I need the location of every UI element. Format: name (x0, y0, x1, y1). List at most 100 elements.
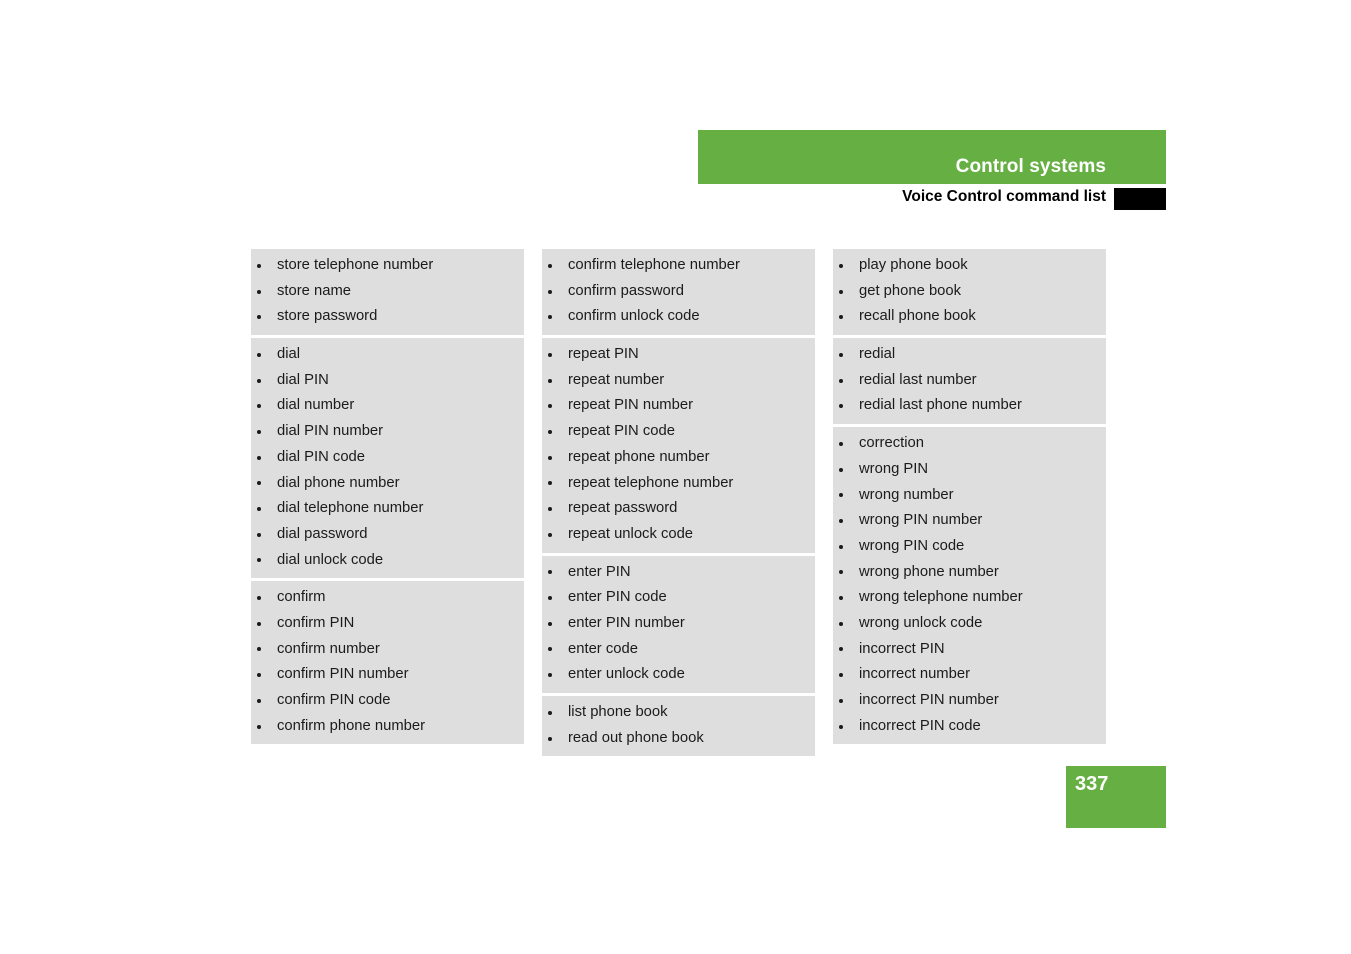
command-list-item: store password (251, 304, 524, 330)
bullet-icon (548, 647, 552, 652)
bullet-icon (257, 507, 261, 512)
command-list-item: incorrect PIN (833, 637, 1106, 663)
command-label: confirm telephone number (568, 257, 740, 273)
command-group: enter PIN enter PIN code enter PIN number e… (542, 555, 815, 693)
command-label: enter PIN code (568, 589, 667, 606)
bullet-icon (548, 455, 552, 460)
bullet-icon (839, 289, 843, 294)
command-list-item: wrong telephone number (833, 585, 1106, 611)
command-label: redial last phone number (859, 397, 1022, 414)
command-label: store password (277, 308, 378, 325)
bullet-icon (839, 621, 843, 626)
command-label: get phone book (859, 282, 962, 299)
bullet-icon (839, 467, 843, 472)
command-list-item: repeat password (542, 496, 815, 522)
command-list-item: get phone book (833, 279, 1106, 305)
bullet-icon (257, 289, 261, 294)
command-list-item: wrong PIN (833, 457, 1106, 483)
command-label: wrong unlock code (859, 614, 983, 631)
command-label: incorrect PIN (859, 640, 945, 657)
command-label: confirm number (277, 640, 380, 657)
page-subheader-row: Voice Control command list (698, 186, 1166, 212)
command-list-item: confirm (251, 585, 524, 611)
page-title: Control systems (955, 156, 1106, 177)
command-list-item: repeat PIN number (542, 393, 815, 419)
command-label: enter unlock code (568, 666, 685, 683)
bullet-icon (839, 352, 843, 357)
command-group: store telephone number store name store pa… (251, 249, 524, 336)
command-label: wrong number (859, 486, 954, 503)
command-list-item: incorrect number (833, 662, 1106, 688)
command-list-item: repeat number (542, 368, 815, 394)
command-label: dial (277, 346, 301, 363)
command-list-item: repeat PIN (542, 342, 815, 368)
command-group: redial redial last number redial last phon… (833, 338, 1106, 425)
command-list-item: wrong unlock code (833, 611, 1106, 637)
command-list-item: dial (251, 342, 524, 368)
bullet-icon (257, 352, 261, 357)
command-list-item: store name (251, 279, 524, 305)
command-label: repeat unlock code (568, 525, 694, 542)
bullet-icon (548, 378, 552, 383)
command-label: store telephone number (277, 257, 434, 273)
command-list-item: dial unlock code (251, 548, 524, 574)
command-list-item: play phone book (833, 253, 1106, 279)
command-list-item: wrong PIN code (833, 534, 1106, 560)
command-list-item: incorrect PIN number (833, 688, 1106, 714)
command-column: play phone book get phone book recall phon… (833, 249, 1106, 756)
command-label: recall phone book (859, 308, 976, 325)
command-label: dial telephone number (277, 500, 424, 517)
bullet-icon (548, 429, 552, 434)
command-list-item: store telephone number (251, 253, 524, 279)
bullet-icon (257, 621, 261, 626)
command-label: enter PIN (568, 563, 631, 580)
bullet-icon (839, 263, 843, 268)
page-subtitle: Voice Control command list (902, 188, 1106, 205)
command-group: confirm confirm PIN confirm number confirm … (251, 581, 524, 745)
command-group: dial dial PIN dial number dial PIN number di… (251, 338, 524, 579)
bullet-icon (548, 710, 552, 715)
bullet-icon (257, 404, 261, 409)
bullet-icon (548, 404, 552, 409)
command-label: list phone book (568, 704, 668, 720)
bullet-icon (839, 647, 843, 652)
bullet-icon (257, 673, 261, 678)
bullet-icon (548, 352, 552, 357)
page-number: 337 (1075, 773, 1109, 795)
command-list-item: correction (833, 431, 1106, 457)
command-label: redial last number (859, 371, 977, 388)
command-label: dial password (277, 525, 368, 542)
command-label: confirm PIN number (277, 666, 409, 683)
command-list-item: list phone book (542, 700, 815, 726)
bullet-icon (257, 429, 261, 434)
command-label: wrong telephone number (859, 589, 1023, 606)
bullet-icon (839, 404, 843, 409)
bullet-icon (257, 647, 261, 652)
chapter-marker-tab (1114, 188, 1166, 210)
command-list-item: redial (833, 342, 1106, 368)
bullet-icon (257, 315, 261, 320)
bullet-icon (548, 481, 552, 486)
bullet-icon (839, 378, 843, 383)
command-label: wrong PIN (859, 460, 929, 477)
command-label: read out phone book (568, 729, 704, 746)
command-label: dial number (277, 397, 355, 414)
command-label: dial unlock code (277, 551, 384, 568)
command-list-item: confirm PIN code (251, 688, 524, 714)
command-list-item: dial PIN code (251, 445, 524, 471)
command-list-item: dial PIN number (251, 419, 524, 445)
command-label: incorrect number (859, 666, 971, 683)
command-label: repeat telephone number (568, 474, 734, 491)
command-list-item: repeat unlock code (542, 522, 815, 548)
command-label: dial PIN number (277, 423, 384, 440)
bullet-icon (839, 596, 843, 601)
bullet-icon (548, 621, 552, 626)
bullet-icon (839, 698, 843, 703)
bullet-icon (548, 596, 552, 601)
command-label: repeat number (568, 371, 665, 388)
command-label: redial (859, 346, 896, 363)
command-list-item: dial PIN (251, 368, 524, 394)
command-label: enter code (568, 640, 638, 657)
command-group: confirm telephone number confirm password… (542, 249, 815, 336)
command-label: dial PIN (277, 371, 329, 388)
